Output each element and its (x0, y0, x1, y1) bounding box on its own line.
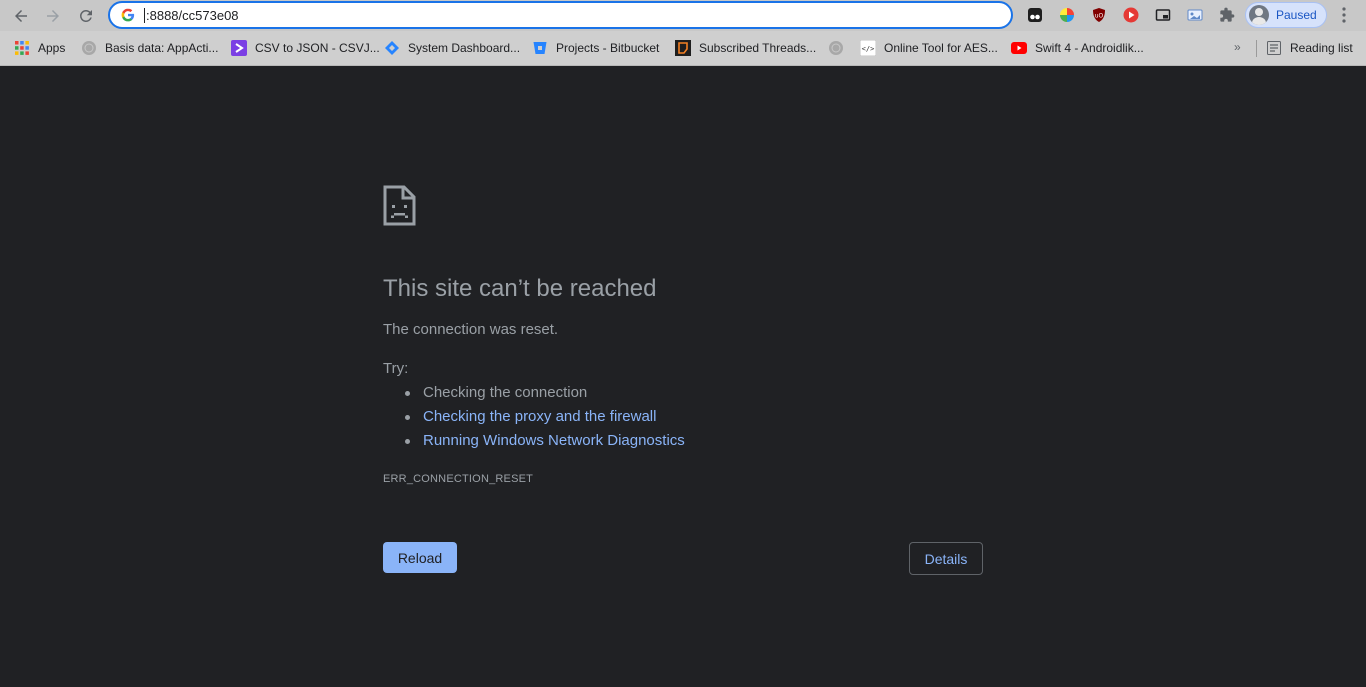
reload-button[interactable]: Reload (383, 542, 457, 573)
bookmark-label: Basis data: AppActi... (105, 41, 219, 55)
bookmark-label: CSV to JSON - CSVJ... (255, 41, 380, 55)
suggestions-list: Checking the connection Checking the pro… (405, 384, 685, 456)
avatar (1249, 5, 1269, 25)
bookmark-basis-data[interactable]: Basis data: AppActi... (81, 39, 218, 57)
extension-screen[interactable] (1185, 5, 1205, 25)
bookmarks-overflow-chevron-icon[interactable]: » (1234, 40, 1241, 54)
error-description: The connection was reset. (383, 321, 559, 338)
bookmark-untitled[interactable] (828, 39, 852, 57)
back-button[interactable] (8, 3, 34, 28)
forum-icon (675, 40, 691, 56)
suggestion-network-diagnostics-link[interactable]: Running Windows Network Diagnostics (423, 432, 685, 449)
code-tag-icon: </> (860, 40, 876, 56)
csvjson-icon (231, 40, 247, 56)
refresh-icon (79, 9, 92, 22)
bookmark-apps[interactable]: Apps (14, 39, 65, 57)
bitbucket-icon (532, 40, 548, 56)
globe-icon (81, 40, 97, 56)
error-page: This site can’t be reached The connectio… (0, 67, 1366, 687)
tampermonkey-icon (1028, 8, 1042, 22)
extension-video[interactable] (1121, 5, 1141, 25)
error-code: ERR_CONNECTION_RESET (383, 473, 534, 485)
play-circle-icon (1123, 7, 1139, 23)
sad-document-icon (383, 185, 416, 226)
puzzle-icon (1220, 7, 1235, 22)
bookmarks-divider (1256, 40, 1257, 57)
profile-status-label: Paused (1276, 8, 1317, 22)
bookmark-label: System Dashboard... (408, 41, 521, 55)
forward-button[interactable] (40, 3, 66, 28)
profile-button[interactable]: Paused (1245, 2, 1327, 28)
browser-menu-button[interactable] (1336, 5, 1352, 25)
error-title: This site can’t be reached (383, 275, 657, 302)
google-g-icon (120, 7, 136, 23)
bookmark-label: Apps (38, 41, 66, 55)
suggestion-proxy-firewall-link[interactable]: Checking the proxy and the firewall (423, 408, 656, 425)
bookmark-label: Online Tool for AES... (884, 41, 998, 55)
reading-list-icon (1266, 40, 1282, 56)
apps-grid-icon (14, 40, 30, 56)
try-label: Try: (383, 360, 409, 377)
bookmark-label: Swift 4 - Androidlik... (1035, 41, 1144, 55)
address-bar[interactable]: :8888/cc573e08 (108, 1, 1013, 29)
list-item: Checking the connection (405, 384, 685, 408)
bookmark-system-dashboard[interactable]: System Dashboard... (384, 39, 520, 57)
extension-ublock[interactable]: uO (1089, 5, 1109, 25)
details-button[interactable]: Details (909, 542, 983, 575)
jira-icon (384, 40, 400, 56)
bookmark-bitbucket[interactable]: Projects - Bitbucket (532, 39, 659, 57)
svg-text:</>: </> (862, 45, 875, 53)
bookmark-label: Subscribed Threads... (699, 41, 817, 55)
extension-picture-in-picture[interactable] (1153, 5, 1173, 25)
picture-in-picture-icon (1155, 9, 1171, 21)
bookmark-csv-to-json[interactable]: CSV to JSON - CSVJ... (231, 39, 380, 57)
youtube-icon (1011, 40, 1027, 56)
browser-toolbar: :8888/cc573e08 uO Paused (0, 0, 1366, 31)
globe-icon (828, 40, 844, 56)
url-text[interactable]: :8888/cc573e08 (144, 7, 239, 23)
list-item: Running Windows Network Diagnostics (405, 432, 685, 456)
extensions-button[interactable] (1217, 5, 1237, 25)
color-wheel-icon (1060, 8, 1074, 22)
extension-color-picker[interactable] (1057, 5, 1077, 25)
bookmark-label: Projects - Bitbucket (556, 41, 660, 55)
back-arrow-icon (15, 9, 27, 22)
bookmark-swift-4[interactable]: Swift 4 - Androidlik... (1011, 39, 1144, 57)
forward-arrow-icon (47, 9, 59, 22)
suggestion-check-connection: Checking the connection (423, 384, 588, 401)
bookmark-online-tool-aes[interactable]: </> Online Tool for AES... (860, 39, 998, 57)
reading-list-button[interactable]: Reading list (1266, 39, 1353, 57)
list-item: Checking the proxy and the firewall (405, 408, 685, 432)
reload-toolbar-button[interactable] (73, 3, 99, 28)
reading-list-label: Reading list (1290, 41, 1353, 55)
extension-tampermonkey[interactable] (1025, 5, 1045, 25)
kebab-menu-icon (1342, 7, 1346, 23)
bookmarks-bar: Apps Basis data: AppActi... CSV to JSON … (0, 31, 1366, 66)
bookmark-subscribed-threads[interactable]: Subscribed Threads... (675, 39, 816, 57)
screen-capture-icon (1187, 9, 1203, 21)
ublock-shield-icon: uO (1093, 8, 1105, 22)
svg-text:uO: uO (1095, 13, 1104, 20)
